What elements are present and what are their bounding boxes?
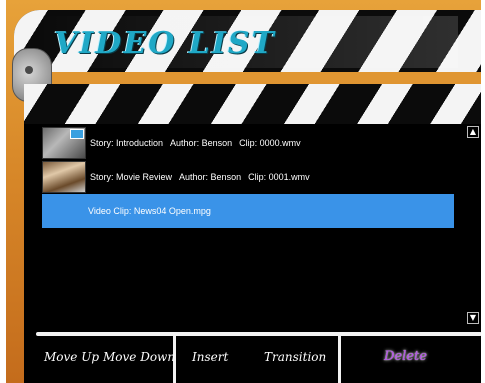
hinge-screw-icon xyxy=(25,66,33,74)
insert-button[interactable]: Insert xyxy=(192,342,228,372)
video-clip-label: Video Clip: News04 Open.mpg xyxy=(88,206,211,216)
author-label: Author: Benson xyxy=(179,172,242,182)
page-title: VIDEO LIST xyxy=(54,26,276,61)
story-label: Story: Movie Review xyxy=(90,172,173,182)
toolbar-separator xyxy=(338,336,341,383)
clip-thumbnail xyxy=(42,127,86,159)
clip-thumbnail xyxy=(42,161,86,193)
clip-badge-icon xyxy=(70,129,84,139)
list-item[interactable]: Story: Introduction Author: Benson Clip:… xyxy=(42,126,454,160)
scroll-down-icon[interactable]: ▼ xyxy=(467,312,479,324)
window-edge xyxy=(481,0,485,383)
clip-label: Clip: 0000.wmv xyxy=(239,138,301,148)
delete-button[interactable]: Delete xyxy=(384,342,427,372)
author-label: Author: Benson xyxy=(170,138,233,148)
video-list-window: VIDEO LIST Story: Introduction Author: B… xyxy=(0,0,485,383)
list-scrollbar[interactable]: ▲ ▼ xyxy=(466,126,480,324)
lower-stripes xyxy=(24,84,485,124)
clip-label: Clip: 0001.wmv xyxy=(248,172,310,182)
scroll-up-icon[interactable]: ▲ xyxy=(467,126,479,138)
video-list: Story: Introduction Author: Benson Clip:… xyxy=(42,126,454,316)
move-up-button[interactable]: Move Up xyxy=(44,342,99,372)
clapper-lower xyxy=(24,84,485,124)
list-item[interactable]: Story: Movie Review Author: Benson Clip:… xyxy=(42,160,454,194)
story-label: Story: Introduction xyxy=(90,138,164,148)
list-item-selected[interactable]: Video Clip: News04 Open.mpg xyxy=(42,194,454,228)
toolbar-divider xyxy=(36,332,482,336)
move-down-button[interactable]: Move Down xyxy=(103,342,175,372)
transition-button[interactable]: Transition xyxy=(264,342,326,372)
